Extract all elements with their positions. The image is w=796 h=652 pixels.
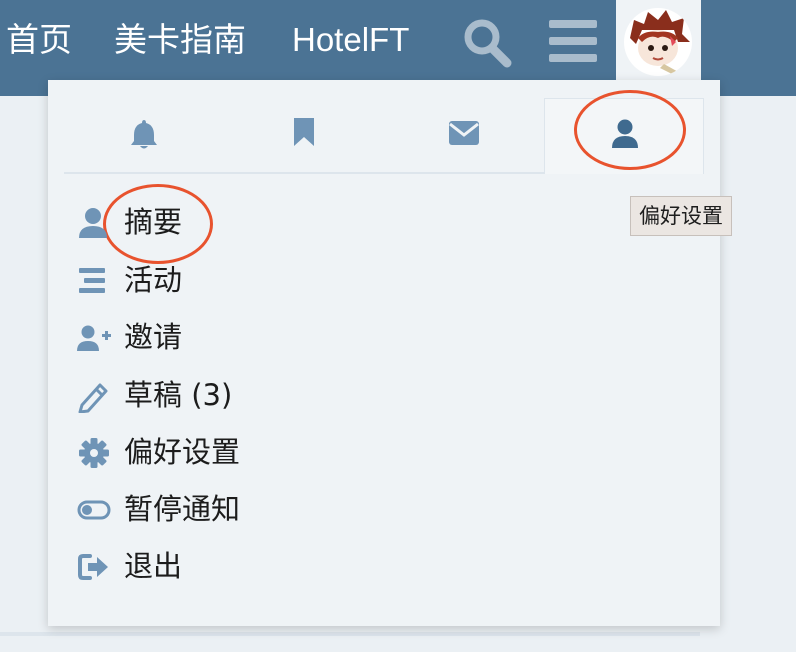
activity-bars-icon — [79, 268, 105, 293]
pencil-icon — [78, 383, 108, 413]
page-divider — [0, 632, 700, 636]
nav-link-home[interactable]: 首页 — [6, 20, 72, 60]
user-icon — [79, 208, 107, 238]
gear-icon — [79, 438, 109, 468]
tab-preferences[interactable] — [544, 98, 704, 174]
hamburger-menu-icon[interactable] — [549, 20, 599, 62]
menu-item-summary[interactable]: 摘要 — [76, 198, 436, 248]
user-plus-icon — [77, 325, 111, 351]
tab-notifications[interactable] — [64, 98, 224, 172]
tab-bookmarks[interactable] — [224, 98, 384, 172]
menu-item-activity[interactable]: 活动 — [76, 256, 436, 306]
menu-item-label: 退出 — [124, 549, 183, 583]
menu-item-label: 活动 — [124, 263, 183, 297]
menu-item-label: 摘要 — [124, 205, 183, 239]
toggle-off-icon — [77, 500, 111, 520]
menu-item-pause-notifications[interactable]: 暂停通知 — [76, 485, 436, 535]
menu-item-logout[interactable]: 退出 — [76, 542, 436, 592]
menu-item-drafts[interactable]: 草稿 (3) — [76, 371, 436, 421]
user-avatar[interactable] — [624, 8, 692, 76]
nav-link-card-guide[interactable]: 美卡指南 — [114, 20, 246, 60]
bookmark-icon — [294, 118, 314, 146]
search-icon[interactable] — [460, 16, 516, 68]
menu-item-label: 草稿 (3) — [124, 378, 233, 412]
menu-item-label: 偏好设置 — [124, 435, 241, 469]
menu-item-invite[interactable]: 邀请 — [76, 313, 436, 363]
user-menu-tabs — [64, 98, 704, 174]
menu-item-label: 暂停通知 — [124, 492, 241, 526]
user-icon — [612, 119, 638, 148]
nav-link-hotelft[interactable]: HotelFT — [292, 20, 409, 60]
menu-item-preferences[interactable]: 偏好设置 — [76, 428, 436, 478]
tooltip: 偏好设置 — [630, 196, 732, 236]
sign-out-icon — [78, 554, 108, 580]
envelope-icon — [449, 121, 479, 145]
tab-messages[interactable] — [384, 98, 544, 172]
bell-icon — [131, 120, 157, 149]
menu-item-label: 邀请 — [124, 320, 183, 354]
